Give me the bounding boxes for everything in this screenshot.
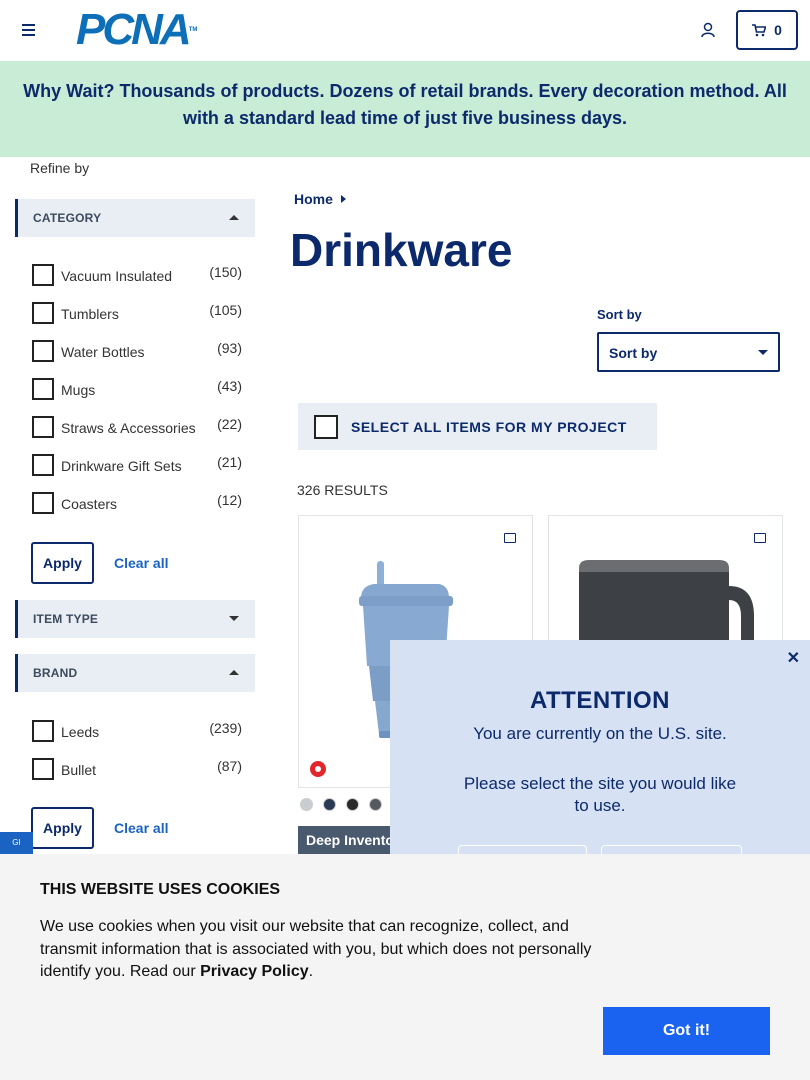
results-count: 326 RESULTS (297, 482, 388, 498)
facet-option[interactable]: Tumblers (105) (32, 302, 242, 326)
option-label: Tumblers (61, 306, 119, 322)
site-header: PCNATM 0 (0, 0, 810, 61)
select-all-checkbox[interactable] (314, 415, 338, 439)
facet-option[interactable]: Straws & Accessories (22) (32, 416, 242, 440)
option-label: Drinkware Gift Sets (61, 458, 182, 474)
page-title: Drinkware (290, 224, 513, 276)
facet-option[interactable]: Bullet (87) (32, 758, 242, 782)
product-image (579, 560, 754, 642)
option-count: (239) (209, 720, 242, 736)
caret-down-icon (229, 616, 239, 621)
facet-option[interactable]: Vacuum Insulated (150) (32, 264, 242, 288)
option-count: (12) (217, 492, 242, 508)
privacy-policy-link[interactable]: Privacy Policy (200, 963, 309, 980)
option-count: (21) (217, 454, 242, 470)
chevron-down-icon (758, 350, 768, 355)
option-label: Coasters (61, 496, 118, 512)
chevron-right-icon (340, 195, 346, 203)
menu-icon[interactable] (22, 24, 35, 36)
checkbox[interactable] (32, 340, 54, 362)
breadcrumb-home[interactable]: Home (294, 191, 333, 207)
option-label: Leeds (61, 724, 100, 740)
checkbox[interactable] (32, 378, 54, 400)
option-label: Water Bottles (61, 344, 145, 360)
sort-value: Sort by (609, 345, 658, 361)
close-icon[interactable]: ✕ (787, 648, 800, 668)
user-icon[interactable] (700, 22, 716, 38)
swatch-1[interactable] (300, 798, 313, 811)
option-count: (93) (217, 340, 242, 356)
category-clear-link[interactable]: Clear all (114, 555, 168, 571)
logo-text: PCNA (76, 5, 192, 54)
checkbox[interactable] (32, 492, 54, 514)
modal-title: ATTENTION (529, 687, 671, 714)
caret-up-icon (229, 215, 239, 220)
swatch-4[interactable] (369, 798, 382, 811)
brand-apply-button[interactable]: Apply (31, 807, 94, 849)
brand-clear-link[interactable]: Clear all (114, 820, 168, 836)
facet-item-type-toggle[interactable]: ITEM TYPE (15, 600, 255, 638)
option-label: Straws & Accessories (61, 420, 196, 436)
logo-tm: TM (188, 27, 198, 33)
swatch-3[interactable] (346, 798, 359, 811)
checkbox[interactable] (32, 416, 54, 438)
facet-heading: ITEM TYPE (33, 612, 99, 626)
cookie-banner: THIS WEBSITE USES COOKIES We use cookies… (0, 854, 810, 1080)
facet-option[interactable]: Drinkware Gift Sets (21) (32, 454, 242, 478)
cart-icon (752, 23, 767, 36)
checkbox[interactable] (32, 720, 54, 742)
checkbox[interactable] (32, 758, 54, 780)
feedback-tab[interactable]: GI (0, 832, 33, 854)
cookie-accept-button[interactable]: Got it! (603, 1007, 770, 1055)
checkbox[interactable] (32, 454, 54, 476)
facet-heading: BRAND (33, 666, 78, 680)
facet-option[interactable]: Mugs (43) (32, 378, 242, 402)
promo-banner: Why Wait? Thousands of products. Dozens … (0, 61, 810, 157)
color-swatches (300, 798, 382, 811)
modal-instruction: Please select the site you would like to… (463, 774, 737, 815)
sort-label: Sort by (597, 307, 642, 322)
cookie-text: We use cookies when you visit our websit… (40, 918, 592, 980)
facet-option[interactable]: Coasters (12) (32, 492, 242, 516)
breadcrumb[interactable]: Home (294, 191, 346, 207)
facet-heading: CATEGORY (33, 211, 102, 225)
option-count: (43) (217, 378, 242, 394)
facet-option[interactable]: Leeds (239) (32, 720, 242, 744)
sort-select[interactable]: Sort by (597, 332, 780, 372)
cookie-title: THIS WEBSITE USES COOKIES (40, 881, 281, 898)
pcna-logo[interactable]: PCNATM (76, 8, 198, 52)
swatch-2[interactable] (323, 798, 336, 811)
cookie-body: We use cookies when you visit our websit… (40, 916, 610, 984)
site-select-modal: ✕ ATTENTION You are currently on the U.S… (390, 640, 810, 855)
option-label: Vacuum Insulated (61, 268, 173, 284)
category-apply-button[interactable]: Apply (31, 542, 94, 584)
option-count: (150) (209, 264, 242, 280)
option-label: Mugs (61, 382, 96, 398)
deep-inventory-badge: Deep Inventory (298, 826, 398, 854)
option-count: (22) (217, 416, 242, 432)
facet-category-toggle[interactable]: CATEGORY (15, 199, 255, 237)
option-count: (105) (209, 302, 242, 318)
select-all-label: SELECT ALL ITEMS FOR MY PROJECT (351, 419, 627, 435)
cart-button[interactable]: 0 (736, 10, 798, 50)
select-all-bar[interactable]: SELECT ALL ITEMS FOR MY PROJECT (298, 403, 657, 450)
facet-brand-toggle[interactable]: BRAND (15, 654, 255, 692)
refine-label: Refine by (30, 160, 90, 176)
cookie-text-end: . (308, 963, 314, 980)
checkbox[interactable] (32, 264, 54, 286)
modal-message: You are currently on the U.S. site. (473, 724, 727, 743)
caret-up-icon (229, 670, 239, 675)
checkbox[interactable] (32, 302, 54, 324)
option-count: (87) (217, 758, 242, 774)
cart-count: 0 (774, 22, 782, 38)
facet-option[interactable]: Water Bottles (93) (32, 340, 242, 364)
option-label: Bullet (61, 762, 97, 778)
